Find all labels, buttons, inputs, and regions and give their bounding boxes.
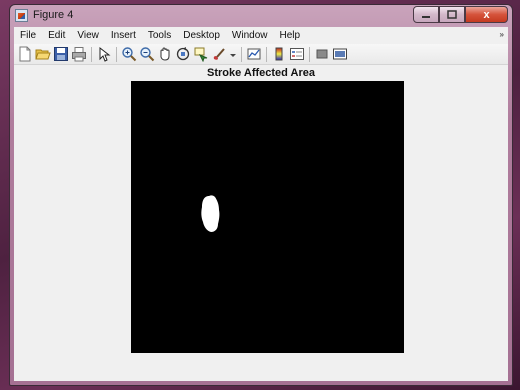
- menu-tools[interactable]: Tools: [142, 30, 177, 41]
- toolbar-separator: [266, 46, 267, 62]
- menu-file[interactable]: File: [14, 30, 42, 41]
- caption-buttons: x: [413, 6, 508, 23]
- show-plot-tools-icon[interactable]: [332, 46, 348, 62]
- menu-bar: File Edit View Insert Tools Desktop Wind…: [14, 27, 508, 44]
- insert-colorbar-icon[interactable]: [271, 46, 287, 62]
- menu-insert[interactable]: Insert: [105, 30, 142, 41]
- print-figure-icon[interactable]: [71, 46, 87, 62]
- pan-icon[interactable]: [157, 46, 173, 62]
- open-file-icon[interactable]: [35, 46, 51, 62]
- menu-window[interactable]: Window: [226, 30, 274, 41]
- menu-edit[interactable]: Edit: [42, 30, 71, 41]
- axes-title: Stroke Affected Area: [207, 67, 315, 79]
- toolbar-separator: [116, 46, 117, 62]
- data-cursor-icon[interactable]: [193, 46, 209, 62]
- matlab-figure-icon: [15, 9, 28, 22]
- minimize-button[interactable]: [413, 6, 439, 23]
- brush-dropdown-icon[interactable]: [229, 46, 237, 62]
- save-figure-icon[interactable]: [53, 46, 69, 62]
- brush-icon[interactable]: [211, 46, 227, 62]
- menu-help[interactable]: Help: [274, 30, 307, 41]
- toolbar-separator: [241, 46, 242, 62]
- hide-plot-tools-icon[interactable]: [314, 46, 330, 62]
- menu-desktop[interactable]: Desktop: [177, 30, 226, 41]
- segmented-image: [131, 81, 404, 353]
- title-bar[interactable]: Figure 4 x: [10, 5, 512, 27]
- edit-plot-icon[interactable]: [96, 46, 112, 62]
- close-icon: x: [483, 8, 490, 21]
- zoom-out-icon[interactable]: [139, 46, 155, 62]
- insert-legend-icon[interactable]: [289, 46, 305, 62]
- window-title: Figure 4: [33, 9, 74, 21]
- menu-view[interactable]: View: [71, 30, 105, 41]
- figure-window: Figure 4 x File Edit View Insert Tools D…: [9, 4, 513, 386]
- maximize-button[interactable]: [439, 6, 465, 23]
- toolbar-separator: [309, 46, 310, 62]
- link-plot-icon[interactable]: [246, 46, 262, 62]
- toolbar-separator: [91, 46, 92, 62]
- close-button[interactable]: x: [465, 6, 508, 23]
- maximize-icon: [447, 10, 457, 19]
- figure-toolbar: [14, 44, 508, 65]
- menu-overflow-icon[interactable]: »: [500, 30, 504, 39]
- rotate-3d-icon[interactable]: [175, 46, 191, 62]
- image-axes[interactable]: [131, 81, 404, 353]
- zoom-in-icon[interactable]: [121, 46, 137, 62]
- new-figure-icon[interactable]: [17, 46, 33, 62]
- figure-client-area: File Edit View Insert Tools Desktop Wind…: [14, 27, 508, 381]
- minimize-icon: [422, 15, 430, 18]
